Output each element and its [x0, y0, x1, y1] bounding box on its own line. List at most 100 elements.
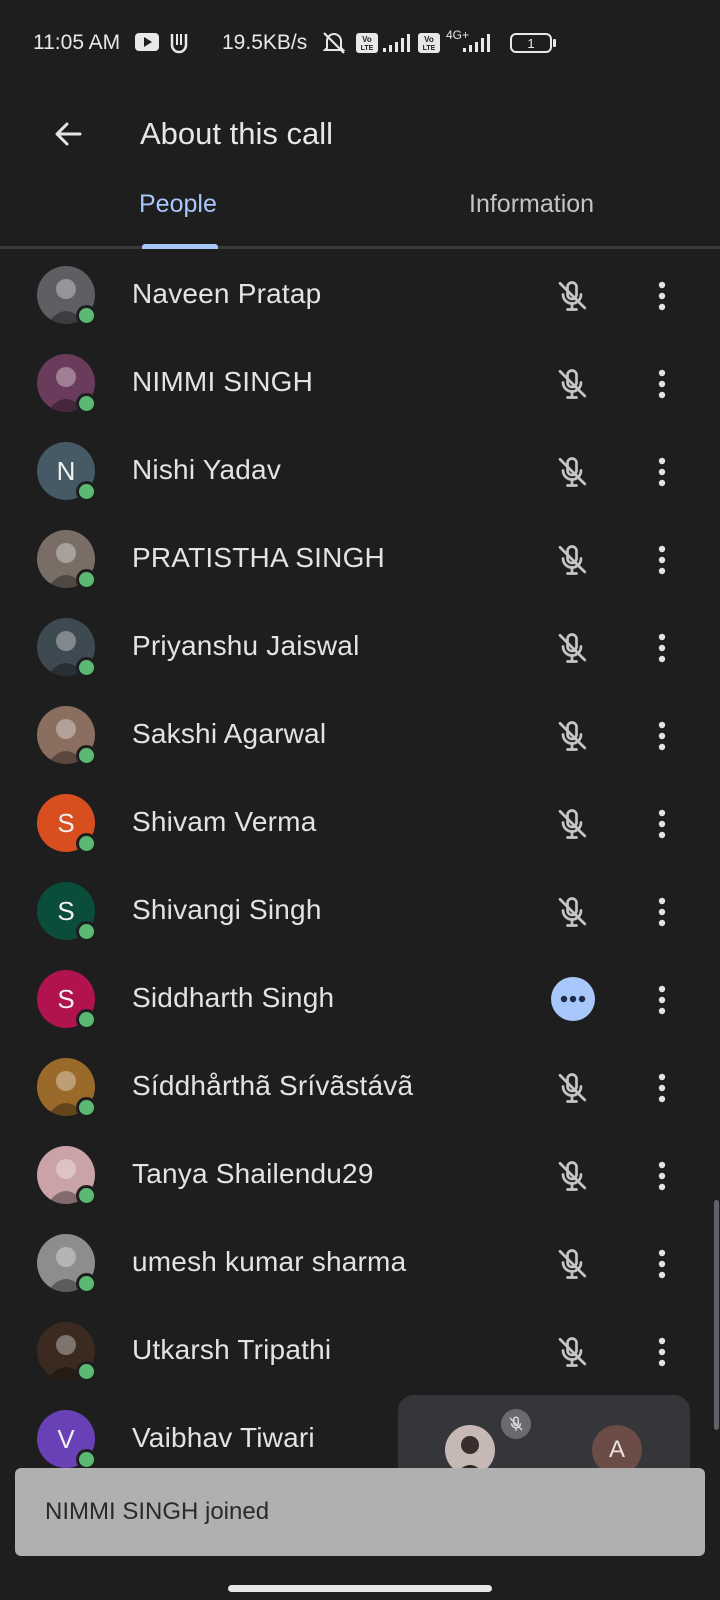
avatar	[37, 1146, 97, 1206]
avatar	[37, 618, 97, 678]
participant-name: umesh kumar sharma	[132, 1246, 407, 1277]
speaking-indicator-icon[interactable]	[551, 977, 595, 1021]
page-title: About this call	[140, 116, 333, 151]
participant-name: Síddhårthã Srívãstávã	[132, 1070, 414, 1101]
avatar: S	[37, 882, 97, 942]
mic-off-icon[interactable]	[548, 1064, 596, 1112]
tab-indicator	[142, 244, 218, 249]
mic-off-icon[interactable]	[548, 1152, 596, 1200]
youtube-icon	[135, 33, 159, 51]
signal-strength-icon	[382, 33, 412, 53]
participant-row[interactable]: umesh kumar sharma	[0, 1220, 720, 1308]
presence-indicator	[76, 833, 97, 854]
participant-name: Siddharth Singh	[132, 982, 335, 1013]
more-options-icon[interactable]	[644, 536, 680, 584]
avatar	[37, 354, 97, 414]
more-options-icon[interactable]	[644, 1240, 680, 1288]
participant-name: Utkarsh Tripathi	[132, 1334, 332, 1365]
participant-row[interactable]: Tanya Shailendu29	[0, 1132, 720, 1220]
presence-indicator	[76, 393, 97, 414]
home-indicator[interactable]	[228, 1585, 492, 1592]
participant-row[interactable]: Priyanshu Jaiswal	[0, 604, 720, 692]
more-options-icon[interactable]	[644, 712, 680, 760]
more-options-icon[interactable]	[644, 1152, 680, 1200]
status-bar: 11:05 AM 19.5KB/s Vo LTE Vo LTE 4G+ 1	[0, 0, 720, 88]
participant-name: Shivangi Singh	[132, 894, 322, 925]
svg-text:LTE: LTE	[423, 45, 436, 52]
battery-level: 1	[527, 36, 534, 51]
avatar: N	[37, 442, 97, 502]
more-options-icon[interactable]	[644, 1328, 680, 1376]
network-speed: 19.5KB/s	[222, 31, 308, 54]
participant-name: Tanya Shailendu29	[132, 1158, 374, 1189]
mic-off-icon[interactable]	[548, 536, 596, 584]
participant-row[interactable]: S Siddharth Singh	[0, 956, 720, 1044]
more-options-icon[interactable]	[644, 360, 680, 408]
participant-name: Sakshi Agarwal	[132, 718, 327, 749]
participant-name: Nishi Yadav	[132, 454, 282, 485]
more-options-icon[interactable]	[644, 448, 680, 496]
participant-name: Vaibhav Tiwari	[132, 1422, 315, 1453]
battery-icon: 1	[510, 33, 558, 53]
volte-icon-sim2: Vo LTE	[418, 33, 440, 53]
presence-indicator	[76, 921, 97, 942]
tab-people[interactable]: People	[139, 190, 217, 219]
more-options-icon[interactable]	[644, 976, 680, 1024]
avatar	[37, 530, 97, 590]
presence-indicator	[76, 1009, 97, 1030]
more-options-icon[interactable]	[644, 888, 680, 936]
mic-off-icon[interactable]	[548, 360, 596, 408]
more-options-icon[interactable]	[644, 272, 680, 320]
more-options-icon[interactable]	[644, 624, 680, 672]
presence-indicator	[76, 481, 97, 502]
participant-row[interactable]: S Shivam Verma	[0, 780, 720, 868]
participant-name: Priyanshu Jaiswal	[132, 630, 360, 661]
pip-mic-off-icon	[501, 1409, 531, 1439]
participant-row[interactable]: NIMMI SINGH	[0, 340, 720, 428]
mic-off-icon[interactable]	[548, 624, 596, 672]
scrollbar[interactable]	[714, 1200, 719, 1430]
more-options-icon[interactable]	[644, 800, 680, 848]
participant-row[interactable]: Sakshi Agarwal	[0, 692, 720, 780]
participant-name: PRATISTHA SINGH	[132, 542, 385, 573]
participant-row[interactable]: Utkarsh Tripathi	[0, 1308, 720, 1396]
participant-row[interactable]: Síddhårthã Srívãstávã	[0, 1044, 720, 1132]
mic-off-icon[interactable]	[548, 800, 596, 848]
presence-indicator	[76, 1449, 97, 1470]
status-time: 11:05 AM	[33, 31, 121, 54]
mic-off-icon[interactable]	[548, 272, 596, 320]
presence-indicator	[76, 1273, 97, 1294]
mic-off-icon[interactable]	[548, 1328, 596, 1376]
avatar	[37, 1058, 97, 1118]
avatar	[37, 706, 97, 766]
tab-bar: People Information	[0, 168, 720, 249]
participant-name: Naveen Pratap	[132, 278, 322, 309]
more-options-icon[interactable]	[644, 1064, 680, 1112]
mic-off-icon[interactable]	[548, 448, 596, 496]
volte-icon: Vo LTE	[356, 33, 378, 53]
svg-text:Vo: Vo	[362, 35, 372, 44]
mic-off-icon[interactable]	[548, 888, 596, 936]
participant-row[interactable]: PRATISTHA SINGH	[0, 516, 720, 604]
arrow-back-icon	[55, 122, 82, 146]
avatar	[37, 1234, 97, 1294]
tab-information[interactable]: Information	[469, 190, 594, 219]
back-button[interactable]	[46, 112, 90, 156]
participant-row[interactable]: N Nishi Yadav	[0, 428, 720, 516]
presence-indicator	[76, 1361, 97, 1382]
presence-indicator	[76, 305, 97, 326]
avatar: S	[37, 794, 97, 854]
participant-row[interactable]: S Shivangi Singh	[0, 868, 720, 956]
mic-off-icon[interactable]	[548, 1240, 596, 1288]
participant-name: Shivam Verma	[132, 806, 317, 837]
avatar: V	[37, 1410, 97, 1470]
avatar: S	[37, 970, 97, 1030]
presence-indicator	[76, 745, 97, 766]
snackbar-message: NIMMI SINGH joined	[45, 1498, 270, 1525]
participant-name: NIMMI SINGH	[132, 366, 314, 397]
svg-text:LTE: LTE	[361, 45, 374, 52]
mic-off-icon[interactable]	[548, 712, 596, 760]
mute-notifications-icon	[320, 30, 348, 56]
participant-row[interactable]: Naveen Pratap	[0, 252, 720, 340]
svg-text:Vo: Vo	[424, 35, 434, 44]
